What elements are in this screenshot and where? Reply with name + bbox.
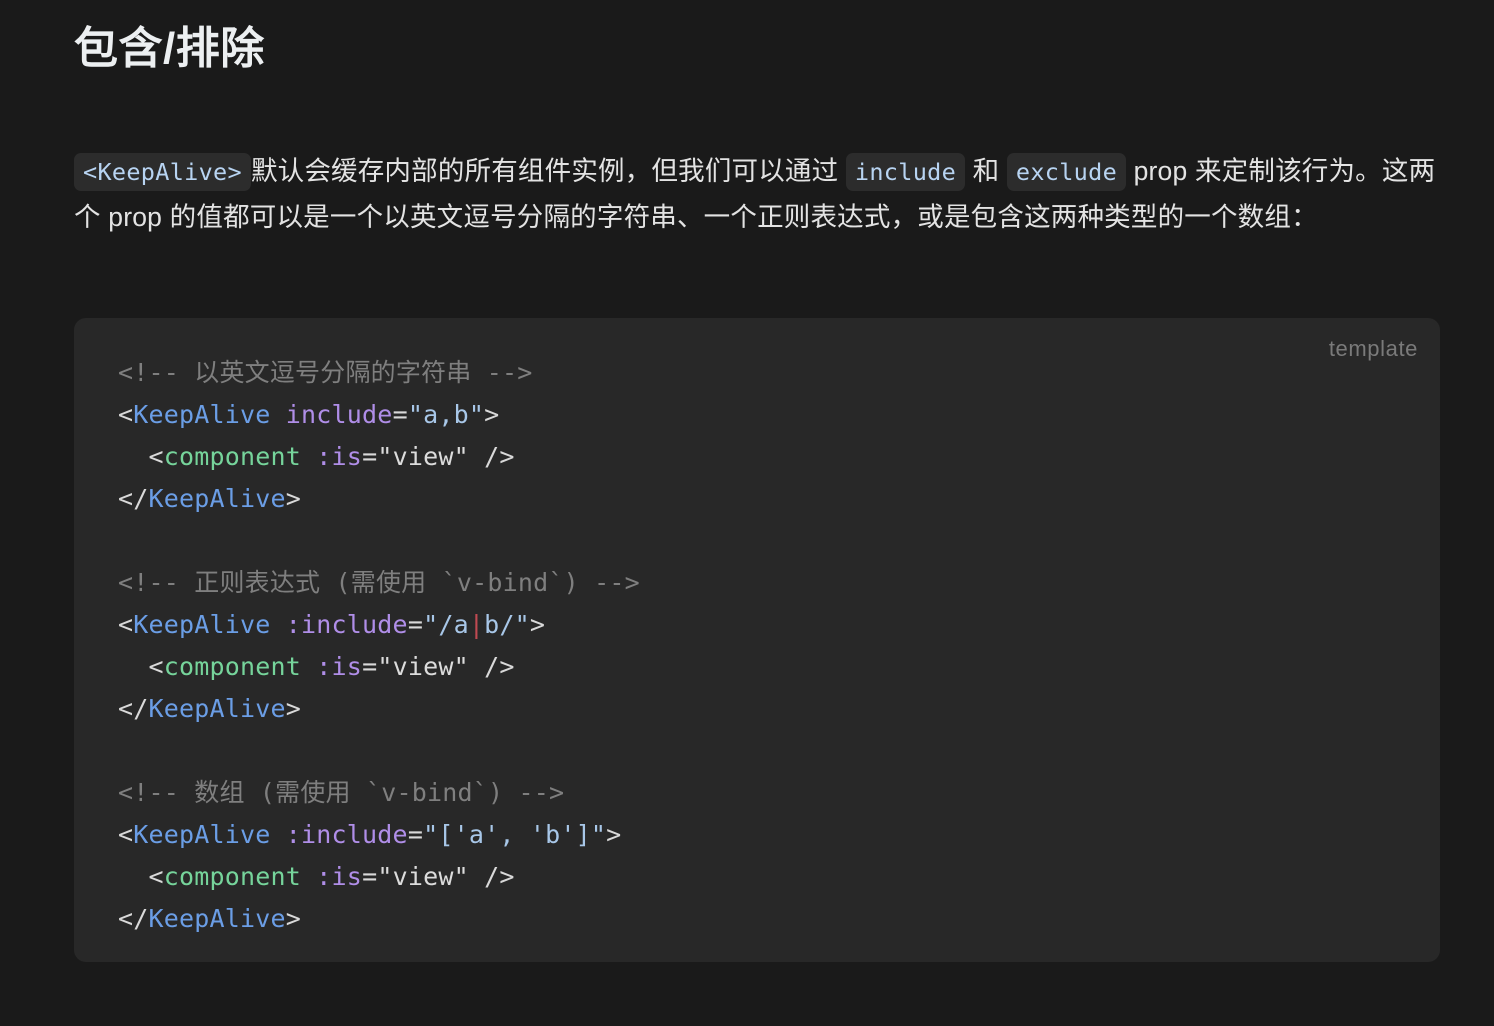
code-line: <!-- 数组 (需使用 `v-bind`) --> (118, 772, 1396, 814)
code-line: </KeepAlive> (118, 898, 1396, 940)
code-token: :is (316, 862, 363, 892)
intro-paragraph: <KeepAlive> 默认会缓存内部的所有组件实例，但我们可以通过 includ… (74, 149, 1438, 240)
code-line: <KeepAlive :include="['a', 'b']"> (118, 814, 1396, 856)
code-token: = (362, 652, 378, 682)
code-token: | (468, 610, 485, 640)
code-token: "/a (423, 610, 469, 640)
code-line: <!-- 以英文逗号分隔的字符串 --> (118, 352, 1396, 394)
code-token: /> (468, 862, 515, 892)
code-line: <component :is="view" /> (118, 856, 1396, 898)
code-line: <component :is="view" /> (118, 646, 1396, 688)
code-token: > (285, 694, 302, 724)
code-line: </KeepAlive> (118, 688, 1396, 730)
code-token: KeepAlive (133, 400, 271, 430)
inline-code-exclude: exclude (1006, 153, 1127, 192)
code-line: </KeepAlive> (118, 478, 1396, 520)
code-token: < (118, 862, 164, 892)
inline-code-include: include (845, 153, 966, 192)
code-token: </ (118, 904, 149, 934)
code-token: b/" (484, 610, 530, 640)
code-token: < (118, 652, 164, 682)
code-token: "view" (377, 442, 469, 472)
code-token: KeepAlive (133, 610, 271, 640)
code-token: < (118, 610, 134, 640)
code-token: > (484, 400, 500, 430)
code-line: <component :is="view" /> (118, 436, 1396, 478)
code-content[interactable]: <!-- 以英文逗号分隔的字符串 --> <KeepAlive include="… (74, 352, 1440, 940)
code-token: = (407, 820, 424, 850)
code-token: :is (316, 652, 363, 682)
code-line: <KeepAlive include="a,b"> (118, 394, 1396, 436)
code-token: "['a', 'b']" (423, 820, 607, 850)
code-token: KeepAlive (148, 694, 286, 724)
code-token: KeepAlive (148, 904, 286, 934)
code-token: :include (285, 820, 408, 850)
code-token: < (118, 442, 164, 472)
code-token: = (407, 610, 424, 640)
code-token: > (285, 484, 302, 514)
code-token: /> (468, 652, 515, 682)
code-token: </ (118, 694, 149, 724)
code-token: = (392, 400, 408, 430)
code-token: "a,b" (407, 400, 485, 430)
code-token: component (163, 442, 302, 472)
code-token: > (529, 610, 546, 640)
code-token: <!-- 以英文逗号分隔的字符串 --> (118, 358, 533, 388)
code-token: include (285, 400, 393, 430)
code-token: /> (468, 442, 515, 472)
code-token: </ (118, 484, 149, 514)
page-title: 包含/排除 (74, 24, 265, 73)
intro-text-2: 和 (965, 156, 1007, 187)
code-token: > (285, 904, 302, 934)
intro-text-1: 默认会缓存内部的所有组件实例，但我们可以通过 (250, 156, 846, 187)
code-token: = (362, 862, 378, 892)
code-token: component (163, 652, 302, 682)
code-token: > (606, 820, 622, 850)
inline-code-keepalive: <KeepAlive> (74, 153, 251, 192)
code-token: = (362, 442, 378, 472)
code-token: KeepAlive (133, 820, 271, 850)
code-token: :is (316, 442, 363, 472)
code-line: <!-- 正则表达式 (需使用 `v-bind`) --> (118, 562, 1396, 604)
code-token: < (118, 820, 134, 850)
code-token: component (163, 862, 302, 892)
code-token: "view" (377, 862, 469, 892)
code-token: < (118, 400, 134, 430)
code-token: <!-- 数组 (需使用 `v-bind`) --> (118, 778, 565, 808)
documentation-page: 包含/排除 <KeepAlive> 默认会缓存内部的所有组件实例，但我们可以通过 … (0, 0, 1494, 1026)
code-block: template <!-- 以英文逗号分隔的字符串 --> <KeepAlive … (74, 318, 1440, 963)
code-token: :include (285, 610, 408, 640)
code-line: <KeepAlive :include="/a|b/"> (118, 604, 1396, 646)
code-token: KeepAlive (148, 484, 286, 514)
code-token: "view" (377, 652, 469, 682)
code-language-label: template (1328, 336, 1418, 362)
code-token: <!-- 正则表达式 (需使用 `v-bind`) --> (118, 568, 640, 598)
